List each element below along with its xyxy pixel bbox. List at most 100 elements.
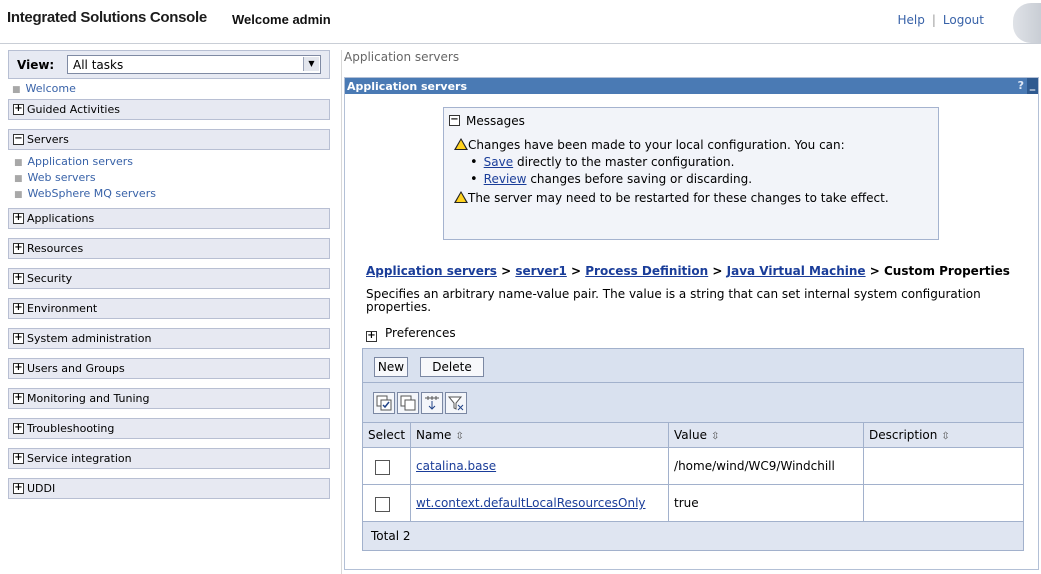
breadcrumb-separator: > [865, 264, 884, 278]
select-all-icon[interactable] [373, 392, 395, 414]
warning-icon [454, 191, 468, 203]
panel-title: Application servers [347, 80, 468, 93]
column-label: Select [368, 428, 406, 442]
expand-icon[interactable]: + [13, 243, 24, 254]
nav-group-system-administration[interactable]: + System administration [8, 328, 330, 349]
nav-group-service-integration[interactable]: + Service integration [8, 448, 330, 469]
bullet-icon: ■ [14, 158, 23, 168]
servers-subtree: ■ Application servers ■ Web servers ■ WebSp… [8, 150, 330, 208]
collapse-icon[interactable]: − [13, 134, 24, 145]
bullet-icon: ■ [12, 85, 21, 95]
breadcrumb: Application servers > server1 > Process … [366, 264, 1010, 278]
welcome-text: Welcome admin [232, 12, 331, 27]
logout-link[interactable]: Logout [943, 13, 984, 27]
breadcrumb-link[interactable]: server1 [515, 264, 566, 278]
expand-icon[interactable]: + [13, 453, 24, 464]
breadcrumb-separator: > [708, 264, 727, 278]
nav-group-servers[interactable]: − Servers [8, 129, 330, 150]
row-checkbox[interactable] [375, 497, 390, 512]
nav-group-monitoring-and-tuning[interactable]: + Monitoring and Tuning [8, 388, 330, 409]
column-header-value[interactable]: Value ⇳ [668, 423, 865, 448]
sort-icon[interactable]: ⇳ [711, 431, 719, 442]
nav-link[interactable]: Web servers [28, 171, 96, 184]
nav-group-environment[interactable]: + Environment [8, 298, 330, 319]
navigation-tree: View: All tasks ▼ ■ Welcome + Guided Acti… [8, 50, 330, 574]
header-links: Help | Logout [898, 13, 985, 27]
table-row: wt.context.defaultLocalResourcesOnly tru… [363, 484, 1023, 522]
description-cell [863, 484, 1023, 522]
nav-item-welcome[interactable]: ■ Welcome [8, 79, 330, 99]
nav-group-label: Applications [27, 212, 95, 225]
column-header-description[interactable]: Description ⇳ [863, 423, 1023, 448]
new-button[interactable]: New [374, 357, 408, 377]
value-cell: /home/wind/WC9/Windchill [668, 447, 865, 485]
expand-icon[interactable]: + [13, 483, 24, 494]
breadcrumb-link[interactable]: Application servers [366, 264, 497, 278]
nav-divider [341, 50, 342, 574]
expand-icon[interactable]: + [13, 273, 24, 284]
view-select[interactable]: All tasks ▼ [67, 55, 321, 74]
help-icon[interactable]: ? [1018, 79, 1024, 92]
chevron-down-icon[interactable]: ▼ [303, 57, 319, 71]
nav-group-guided-activities[interactable]: + Guided Activities [8, 99, 330, 120]
breadcrumb-current: Custom Properties [883, 264, 1010, 278]
row-checkbox[interactable] [375, 460, 390, 475]
view-filter: View: All tasks ▼ [8, 50, 330, 79]
name-cell: wt.context.defaultLocalResourcesOnly [410, 484, 670, 522]
nav-group-applications[interactable]: + Applications [8, 208, 330, 229]
sort-icon[interactable]: ⇳ [455, 431, 463, 442]
bullet-icon: ■ [14, 174, 23, 184]
nav-group-uddi[interactable]: + UDDI [8, 478, 330, 499]
nav-group-users-and-groups[interactable]: + Users and Groups [8, 358, 330, 379]
expand-icon[interactable]: + [13, 333, 24, 344]
nav-group-security[interactable]: + Security [8, 268, 330, 289]
nav-group-label: UDDI [27, 482, 56, 495]
expand-icon[interactable]: + [13, 423, 24, 434]
column-header-name[interactable]: Name ⇳ [410, 423, 670, 448]
clear-filter-icon[interactable] [445, 392, 467, 414]
nav-link[interactable]: Application servers [28, 155, 134, 168]
delete-button[interactable]: Delete [420, 357, 484, 377]
breadcrumb-link[interactable]: Java Virtual Machine [727, 264, 866, 278]
collapse-icon[interactable]: − [449, 115, 460, 126]
message-bullet: • Save directly to the master configurati… [470, 155, 734, 170]
view-select-value: All tasks [73, 58, 124, 72]
nav-group-label: Security [27, 272, 73, 285]
welcome-link[interactable]: Welcome [26, 82, 76, 95]
expand-icon[interactable]: + [13, 104, 24, 115]
property-name-link[interactable]: catalina.base [416, 459, 496, 473]
nav-group-troubleshooting[interactable]: + Troubleshooting [8, 418, 330, 439]
table-header-row: Select Name ⇳ Value ⇳ Description ⇳ [363, 423, 1023, 448]
top-banner: Integrated Solutions Console Welcome adm… [0, 0, 1041, 44]
expand-icon[interactable]: + [13, 303, 24, 314]
nav-item-application-servers[interactable]: ■ Application servers [14, 154, 330, 170]
help-link[interactable]: Help [898, 13, 925, 27]
nav-link[interactable]: WebSphere MQ servers [28, 187, 156, 200]
nav-group-resources[interactable]: + Resources [8, 238, 330, 259]
property-name-link[interactable]: wt.context.defaultLocalResourcesOnly [416, 496, 645, 510]
select-cell [363, 447, 412, 485]
page-description: Specifies an arbitrary name-value pair. … [366, 287, 981, 314]
minimize-icon[interactable]: _ [1027, 78, 1038, 94]
app-title: Integrated Solutions Console [7, 9, 207, 26]
nav-group-label: Monitoring and Tuning [27, 392, 150, 405]
expand-icon[interactable]: + [366, 331, 377, 342]
deselect-all-icon[interactable] [397, 392, 419, 414]
nav-item-websphere-mq-servers[interactable]: ■ WebSphere MQ servers [14, 186, 330, 202]
expand-icon[interactable]: + [13, 213, 24, 224]
messages-title: Messages [466, 114, 525, 128]
breadcrumb-link[interactable]: Process Definition [585, 264, 708, 278]
save-link[interactable]: Save [484, 155, 513, 169]
expand-icon[interactable]: + [13, 363, 24, 374]
nav-group-label: System administration [27, 332, 152, 345]
sort-icon[interactable]: ⇳ [941, 431, 949, 442]
review-link[interactable]: Review [484, 172, 527, 186]
expand-icon[interactable]: + [13, 393, 24, 404]
nav-group-label: Guided Activities [27, 103, 120, 116]
column-label: Value [674, 428, 707, 442]
custom-properties-table: New Delete Select Name ⇳ Value ⇳ Descripti… [362, 348, 1024, 551]
show-filter-icon[interactable] [421, 392, 443, 414]
nav-item-web-servers[interactable]: ■ Web servers [14, 170, 330, 186]
nav-group-label: Resources [27, 242, 84, 255]
preferences-toggle[interactable]: + Preferences [366, 326, 456, 342]
